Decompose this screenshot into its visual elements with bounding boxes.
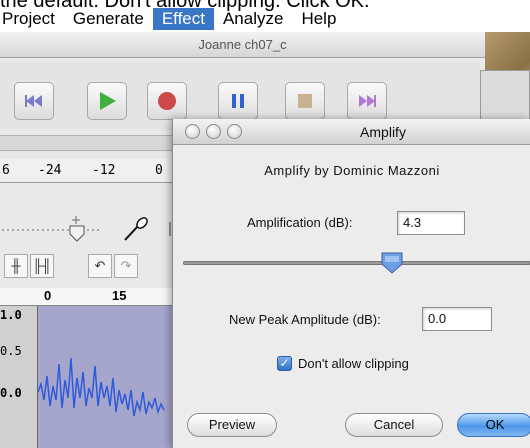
volume-slider-icon[interactable] (0, 212, 172, 246)
menu-effect[interactable]: Effect (152, 8, 214, 30)
pause-button[interactable] (218, 82, 258, 120)
preview-button[interactable]: Preview (187, 413, 277, 437)
meter-scale: 6 -24 -12 0 (0, 159, 172, 183)
redo-button[interactable]: ↷ (114, 254, 138, 278)
meter-tick: 6 (2, 163, 10, 178)
menu-help[interactable]: Help (292, 8, 345, 30)
trim-button[interactable]: ╫ (4, 254, 28, 278)
axis-tick: 1.0 (0, 308, 22, 322)
clipping-label: Don't allow clipping (298, 356, 409, 371)
meter-tick: -24 (38, 163, 62, 178)
menubar: Project Generate Effect Analyze Help (0, 8, 530, 30)
axis-tick: 0.0 (0, 386, 22, 400)
edit-toolbar: ╫ ╟╢ ↶ ↷ (0, 254, 172, 280)
record-icon (158, 92, 176, 110)
dialog-heading: Amplify by Dominic Mazzoni (264, 163, 440, 178)
amplify-dialog: Amplify Amplify by Dominic Mazzoni Ampli… (172, 119, 530, 448)
skip-start-button[interactable] (14, 82, 54, 120)
track-amplitude-axis: 1.0 0.5 0.0 (0, 306, 38, 448)
skip-start-icon (25, 95, 42, 107)
ok-button[interactable]: OK (457, 413, 530, 437)
clipping-option[interactable]: ✓ Don't allow clipping (277, 356, 409, 371)
pause-icon (232, 94, 244, 108)
trim-icon: ╫ (11, 258, 21, 273)
cancel-button[interactable]: Cancel (345, 413, 443, 437)
undo-icon: ↶ (94, 258, 106, 273)
peak-amplitude-label: New Peak Amplitude (dB): (229, 312, 381, 327)
axis-tick: 0.5 (0, 344, 22, 358)
mixer-slider-row (0, 212, 172, 246)
meter-tick: -12 (92, 163, 116, 178)
dialog-title: Amplify (360, 124, 406, 140)
record-button[interactable] (147, 82, 187, 120)
stop-button[interactable] (285, 82, 325, 120)
menu-generate[interactable]: Generate (64, 8, 153, 30)
timeline-ruler[interactable]: 0 15 (0, 288, 172, 306)
redo-icon: ↷ (120, 258, 132, 273)
silence-button[interactable]: ╟╢ (30, 254, 54, 278)
window-title: Joanne ch07_c (0, 32, 485, 58)
slider-thumb-icon[interactable] (381, 252, 403, 274)
menu-project[interactable]: Project (0, 8, 64, 30)
skip-end-button[interactable] (347, 82, 387, 120)
undo-button[interactable]: ↶ (88, 254, 112, 278)
peak-amplitude-input[interactable]: 0.0 (422, 307, 492, 331)
meter-toolbar (0, 135, 172, 151)
play-button[interactable] (87, 82, 127, 120)
clipping-checkbox[interactable]: ✓ (277, 356, 292, 371)
selected-region[interactable] (37, 306, 172, 448)
skip-end-icon (359, 95, 376, 107)
play-icon (100, 92, 116, 110)
amplification-input[interactable]: 4.3 (397, 211, 465, 235)
amplification-slider[interactable] (183, 261, 530, 265)
stop-icon (298, 94, 312, 108)
ruler-tick: 0 (44, 288, 52, 303)
dialog-titlebar: Amplify (173, 119, 530, 145)
silence-icon: ╟╢ (32, 258, 52, 273)
ruler-tick: 15 (112, 288, 127, 303)
menu-analyze[interactable]: Analyze (214, 8, 292, 30)
meter-tick: 0 (155, 163, 163, 178)
audio-track: 1.0 0.5 0.0 (0, 306, 172, 448)
waveform (37, 357, 165, 417)
amplification-label: Amplification (dB): (247, 215, 353, 230)
